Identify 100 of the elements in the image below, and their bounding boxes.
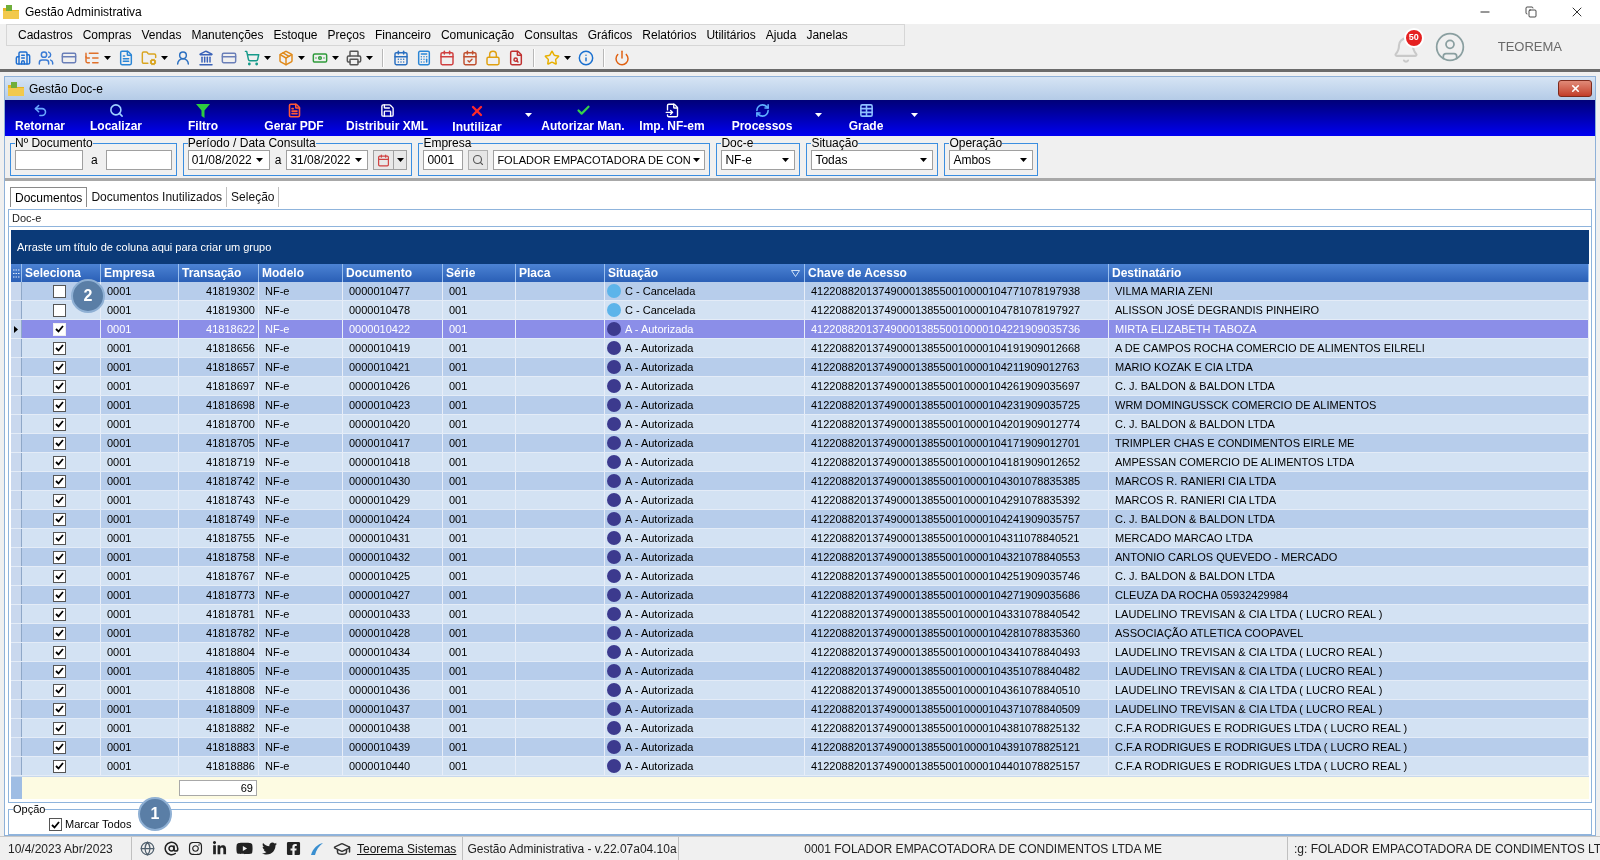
- caret-icon[interactable]: [104, 55, 111, 60]
- table-cell: C.F.A RODRIGUES E RODRIGUES LTDA ( LUCRO REAL ): [1109, 719, 1589, 737]
- table-cell: 001: [443, 510, 516, 528]
- caret-icon[interactable]: [919, 158, 927, 162]
- website-link[interactable]: Teorema Sistemas: [357, 839, 457, 858]
- toolbar-button[interactable]: Retornar: [5, 100, 75, 136]
- column-header[interactable]: Situação: [608, 264, 658, 282]
- caret-icon[interactable]: [366, 55, 373, 60]
- triangle-down-icon[interactable]: [791, 269, 800, 277]
- caret-icon[interactable]: [910, 113, 918, 117]
- toolbar-button[interactable]: Distribuir XML: [339, 100, 435, 136]
- menu-item[interactable]: Financeiro: [369, 27, 436, 43]
- table-cell: 0001: [101, 567, 179, 585]
- dropdown[interactable]: Ambos: [949, 150, 1034, 170]
- caret-icon[interactable]: [564, 55, 571, 60]
- menu-item[interactable]: Preços: [322, 27, 370, 43]
- caret-icon[interactable]: [298, 55, 305, 60]
- tab[interactable]: Seleção: [227, 187, 280, 207]
- toolbar-button[interactable]: Imp. NF-em: [629, 100, 715, 136]
- twitter-icon[interactable]: [262, 841, 277, 856]
- table-cell: 41220882013749000138550010000104231909035725: [805, 396, 1109, 414]
- input-field[interactable]: 0001: [423, 150, 464, 170]
- table-cell: NF-e: [259, 396, 343, 414]
- menu-item[interactable]: Manutenções: [186, 27, 269, 43]
- group-label: Período / Data Consulta: [187, 137, 316, 149]
- toolbar-button[interactable]: Localizar: [75, 100, 157, 136]
- caret-icon[interactable]: [332, 55, 339, 60]
- caret-icon[interactable]: [814, 113, 822, 117]
- toolbar-button[interactable]: Filtro: [157, 100, 249, 136]
- menu-item[interactable]: Utilitários: [701, 27, 761, 43]
- menu-item[interactable]: Cadastros: [13, 27, 78, 43]
- tab[interactable]: Documentos: [10, 187, 88, 207]
- dropdown[interactable]: FOLADOR EMPACOTADORA DE CON: [493, 150, 706, 170]
- at-sign-icon[interactable]: [164, 841, 179, 856]
- calendar-icon: [377, 153, 391, 167]
- swoosh-icon[interactable]: [310, 841, 324, 856]
- table-cell: 0000010423: [343, 396, 443, 414]
- menu-item[interactable]: Gráficos: [582, 27, 638, 43]
- table-cell: 41220882013749000138550010000104341078840493: [805, 643, 1109, 661]
- globe-icon[interactable]: [140, 841, 155, 856]
- menu-item[interactable]: Estoque: [268, 27, 323, 43]
- table-cell: TRIMPLER CHAS E CONDIMENTOS EIRLE ME: [1109, 434, 1589, 452]
- group-by-panel[interactable]: Arraste um título de coluna aqui para criar um grupo: [11, 230, 1589, 264]
- toolbar-button[interactable]: Autorizar Man.: [537, 100, 629, 136]
- status-date: 10/4/2023 Abr/2023: [0, 837, 132, 860]
- caret-icon[interactable]: [354, 158, 362, 162]
- linkedin-icon[interactable]: [212, 841, 227, 856]
- search-button[interactable]: [468, 150, 489, 170]
- group-label: Situação: [811, 137, 859, 149]
- menu-item[interactable]: Comunicação: [435, 27, 520, 43]
- table-cell: 0001: [101, 624, 179, 642]
- toolbar-button[interactable]: Processos: [715, 100, 809, 136]
- date-field[interactable]: 31/08/2022: [286, 150, 369, 170]
- caret-icon[interactable]: [256, 158, 264, 162]
- close-button[interactable]: [1558, 80, 1592, 97]
- menu-item[interactable]: Consultas: [519, 27, 583, 43]
- instagram-icon[interactable]: [188, 841, 203, 856]
- calculator-icon: [416, 49, 432, 66]
- dropdown[interactable]: NF-e: [721, 150, 796, 170]
- caret-icon[interactable]: [396, 158, 404, 162]
- table-cell: NF-e: [259, 510, 343, 528]
- input-field[interactable]: [15, 150, 83, 170]
- table-cell: 41818698: [179, 396, 259, 414]
- caret-icon[interactable]: [693, 158, 701, 162]
- document-icon: [118, 49, 134, 66]
- menu-item[interactable]: Ajuda: [760, 27, 802, 43]
- facebook-icon[interactable]: [286, 841, 301, 856]
- youtube-icon[interactable]: [236, 840, 253, 857]
- table-cell: NF-e: [259, 586, 343, 604]
- caret-icon[interactable]: [1019, 158, 1027, 162]
- caret-icon[interactable]: [524, 113, 532, 117]
- date-field[interactable]: 01/08/2022: [187, 150, 270, 170]
- bell-icon[interactable]: [1391, 35, 1420, 64]
- toolbar-button[interactable]: Grade: [827, 100, 905, 136]
- caret-icon[interactable]: [781, 158, 789, 162]
- calendar-button[interactable]: [373, 150, 408, 170]
- dropdown[interactable]: Todas: [811, 150, 934, 170]
- toolbar-button[interactable]: Inutilizar: [435, 100, 519, 136]
- folder-gear-icon: [141, 49, 157, 66]
- table-cell: 0001: [101, 700, 179, 718]
- tab[interactable]: Documentos Inutilizados: [87, 187, 228, 207]
- checkbox-label[interactable]: Marcar Todos: [65, 816, 132, 833]
- table-cell: NF-e: [259, 624, 343, 642]
- menu-item[interactable]: Vendas: [136, 27, 187, 43]
- menu-item[interactable]: Janelas: [801, 27, 853, 43]
- document-icon: [286, 103, 302, 118]
- toolbar-button[interactable]: Gerar PDF: [249, 100, 339, 136]
- column-header[interactable]: Destinatário: [1112, 264, 1182, 282]
- table-cell: WRM DOMINGUSSCK COMERCIO DE ALIMENTOS: [1109, 396, 1589, 414]
- caret-icon[interactable]: [264, 55, 271, 60]
- column-header[interactable]: Chave de Acesso: [808, 264, 907, 282]
- checkbox[interactable]: [49, 818, 62, 831]
- status-text: A - Autorizada: [625, 701, 694, 717]
- table-cell: 41818742: [179, 472, 259, 490]
- menu-item[interactable]: Relatórios: [637, 27, 702, 43]
- status-text: A - Autorizada: [625, 340, 694, 356]
- input-field[interactable]: [105, 150, 172, 170]
- caret-icon[interactable]: [161, 55, 168, 60]
- menu-item[interactable]: Compras: [77, 27, 137, 43]
- document-arrow-icon: [664, 103, 680, 118]
